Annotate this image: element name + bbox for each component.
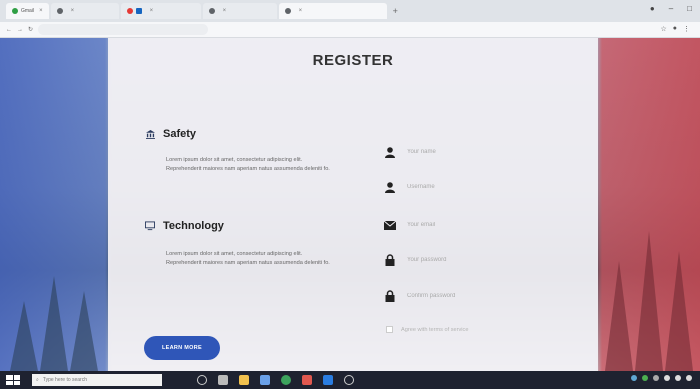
- taskbar-search[interactable]: ⌕ Type here to search: [32, 374, 162, 386]
- star-icon[interactable]: ☆: [660, 25, 666, 33]
- browser-tab[interactable]: ×: [50, 3, 119, 19]
- minimize-icon[interactable]: –: [669, 4, 673, 13]
- browser-tab[interactable]: ×: [120, 3, 201, 19]
- password-field: [384, 252, 534, 268]
- browser-tab[interactable]: ×: [202, 3, 277, 19]
- taskbar-search-placeholder: Type here to search: [42, 377, 88, 383]
- multitask-icon[interactable]: [218, 375, 228, 385]
- tab-favicon-icon: [12, 8, 18, 14]
- name-input[interactable]: [407, 149, 517, 155]
- email-input[interactable]: [407, 222, 517, 228]
- browser-tab[interactable]: Gmail ×: [6, 3, 49, 19]
- wifi-icon[interactable]: [664, 375, 670, 381]
- tab-close-icon[interactable]: ×: [299, 8, 303, 14]
- tray-app-icon[interactable]: [653, 375, 659, 381]
- maximize-icon[interactable]: □: [687, 4, 692, 13]
- tray-app-icon[interactable]: [631, 375, 637, 381]
- browser-tab-bar: Gmail × × × × × + ● – □: [0, 0, 700, 22]
- profile-icon[interactable]: ●: [650, 4, 655, 13]
- search-icon: ⌕: [36, 377, 39, 383]
- notification-icon[interactable]: [686, 375, 692, 381]
- taskbar: ⌕ Type here to search: [0, 371, 700, 389]
- confirm-password-field: [384, 288, 534, 304]
- desktop-icon: [145, 221, 155, 231]
- feature-technology: Technology: [145, 220, 224, 232]
- terms-label: Agree with terms of service: [401, 326, 469, 333]
- feature-safety: Safety: [145, 128, 196, 140]
- feature-description: Lorem ipsum dolor sit amet, consectetur …: [166, 157, 330, 172]
- tab-favicon-icon: [56, 8, 63, 14]
- password-input[interactable]: [407, 257, 517, 263]
- lock-icon: [384, 290, 396, 302]
- reload-icon[interactable]: ↻: [28, 26, 33, 33]
- terms-row: Agree with terms of service: [386, 326, 468, 333]
- page-title: REGISTER: [312, 52, 394, 69]
- confirm-password-input[interactable]: [407, 293, 517, 299]
- window-controls: ● – □: [650, 4, 692, 13]
- windows-start-icon[interactable]: [6, 375, 20, 385]
- tab-label: Gmail: [21, 8, 35, 14]
- task-view-icon[interactable]: [197, 375, 207, 385]
- username-field: [384, 179, 534, 195]
- tab-favicon-icon: [126, 8, 133, 14]
- web-page: REGISTER Safety Lorem ipsum dolor sit am…: [0, 38, 700, 371]
- tab-close-icon[interactable]: ×: [71, 8, 75, 14]
- store-icon[interactable]: [260, 375, 270, 385]
- chrome-icon[interactable]: [281, 375, 291, 385]
- forward-icon[interactable]: →: [17, 27, 23, 33]
- feature-description: Lorem ipsum dolor sit amet, consectetur …: [166, 251, 330, 266]
- tab-favicon-icon: [284, 8, 291, 14]
- back-icon[interactable]: ←: [6, 27, 12, 33]
- name-field: [384, 144, 534, 160]
- lock-icon: [384, 254, 396, 266]
- toolbar-icons: ☆ ● ⋮: [660, 25, 690, 33]
- tab-favicon-icon: [208, 8, 215, 14]
- file-explorer-icon[interactable]: [239, 375, 249, 385]
- feature-title: Safety: [163, 128, 197, 140]
- settings-icon[interactable]: [344, 375, 354, 385]
- username-input[interactable]: [407, 184, 517, 190]
- browser-tab[interactable]: ×: [278, 3, 387, 19]
- new-tab-icon[interactable]: +: [393, 6, 398, 16]
- media-app-icon[interactable]: [302, 375, 312, 385]
- register-card: REGISTER Safety Lorem ipsum dolor sit am…: [108, 38, 598, 371]
- vscode-icon[interactable]: [323, 375, 333, 385]
- system-tray: [631, 375, 692, 381]
- taskbar-apps: [197, 375, 354, 385]
- learn-more-button[interactable]: LEARN MORE: [144, 336, 220, 360]
- address-bar-row: ← → ↻ ☆ ● ⋮: [0, 22, 700, 38]
- user-icon: [384, 181, 396, 193]
- user-icon: [384, 146, 396, 158]
- email-field: [384, 217, 534, 233]
- tab-close-icon[interactable]: ×: [39, 8, 43, 14]
- tab-close-icon[interactable]: ×: [150, 8, 154, 14]
- account-icon[interactable]: ●: [673, 25, 677, 33]
- tab-close-icon[interactable]: ×: [223, 8, 227, 14]
- envelope-icon: [384, 219, 396, 231]
- menu-icon[interactable]: ⋮: [683, 25, 690, 33]
- url-field[interactable]: [38, 24, 209, 35]
- terms-checkbox[interactable]: [386, 326, 393, 333]
- bank-icon: [145, 129, 155, 139]
- tab-favicon-icon: [135, 8, 142, 14]
- volume-icon[interactable]: [675, 375, 681, 381]
- feature-title: Technology: [163, 220, 224, 232]
- tray-app-icon[interactable]: [642, 375, 648, 381]
